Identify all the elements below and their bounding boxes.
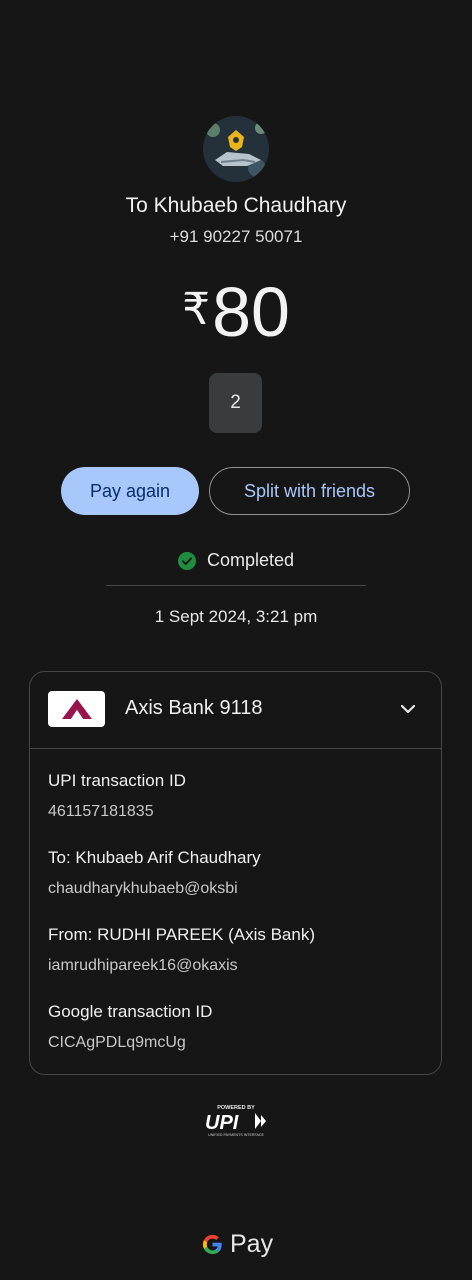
payer-account-item: From: RUDHI PAREEK (Axis Bank) iamrudhip… xyxy=(48,924,428,977)
bank-account-name: Axis Bank 9118 xyxy=(125,697,263,719)
transaction-datetime: 1 Sept 2024, 3:21 pm xyxy=(154,607,318,626)
google-pay-logo: Pay xyxy=(201,1230,273,1259)
detail-label: From: RUDHI PAREEK (Axis Bank) xyxy=(48,925,316,944)
upi-transaction-id-item: UPI transaction ID 461157181835 xyxy=(48,770,428,823)
payee-phone: +91 90227 50071 xyxy=(169,227,303,246)
check-circle-icon xyxy=(177,551,196,570)
detail-label: UPI transaction ID xyxy=(48,771,186,790)
svg-text:UNIFIED PAYMENTS INTERFACE: UNIFIED PAYMENTS INTERFACE xyxy=(208,1133,264,1137)
transaction-status: Completed xyxy=(0,550,472,571)
svg-text:POWERED BY: POWERED BY xyxy=(217,1105,255,1111)
payee-account-item: To: Khubaeb Arif Chaudhary chaudharykhub… xyxy=(48,847,428,900)
detail-value: chaudharykhubaeb@oksbi xyxy=(48,880,238,897)
google-transaction-id-item: Google transaction ID CICAgPDLq9mcUg xyxy=(48,1001,428,1054)
google-g-icon xyxy=(202,1234,222,1255)
detail-value: CICAgPDLq9mcUg xyxy=(48,1034,186,1051)
google-pay-wordmark: Pay xyxy=(230,1230,274,1258)
amount-display: ₹80 xyxy=(0,272,472,352)
split-with-friends-button[interactable]: Split with friends xyxy=(209,467,410,515)
currency-symbol: ₹ xyxy=(182,285,211,334)
transaction-details-card: Axis Bank 9118 UPI transaction ID 461157… xyxy=(29,671,442,1075)
upi-logo: POWERED BY UPI UNIFIED PAYMENTS INTERFAC… xyxy=(205,1105,266,1137)
axis-bank-logo xyxy=(48,691,105,727)
svg-text:UPI: UPI xyxy=(205,1112,239,1134)
payee-title: To Khubaeb Chaudhary xyxy=(125,194,347,217)
status-label: Completed xyxy=(206,550,295,570)
detail-label: Google transaction ID xyxy=(48,1002,213,1021)
payment-note-chip: 2 xyxy=(209,373,262,433)
payee-avatar xyxy=(203,116,269,182)
detail-label: To: Khubaeb Arif Chaudhary xyxy=(48,848,261,867)
bank-account-row[interactable]: Axis Bank 9118 xyxy=(30,672,441,749)
divider xyxy=(106,585,366,586)
chevron-down-icon[interactable] xyxy=(399,700,417,718)
detail-value: iamrudhipareek16@okaxis xyxy=(48,957,238,974)
pay-again-button[interactable]: Pay again xyxy=(61,467,199,515)
detail-value: 461157181835 xyxy=(48,803,154,820)
amount-value: 80 xyxy=(212,273,290,351)
